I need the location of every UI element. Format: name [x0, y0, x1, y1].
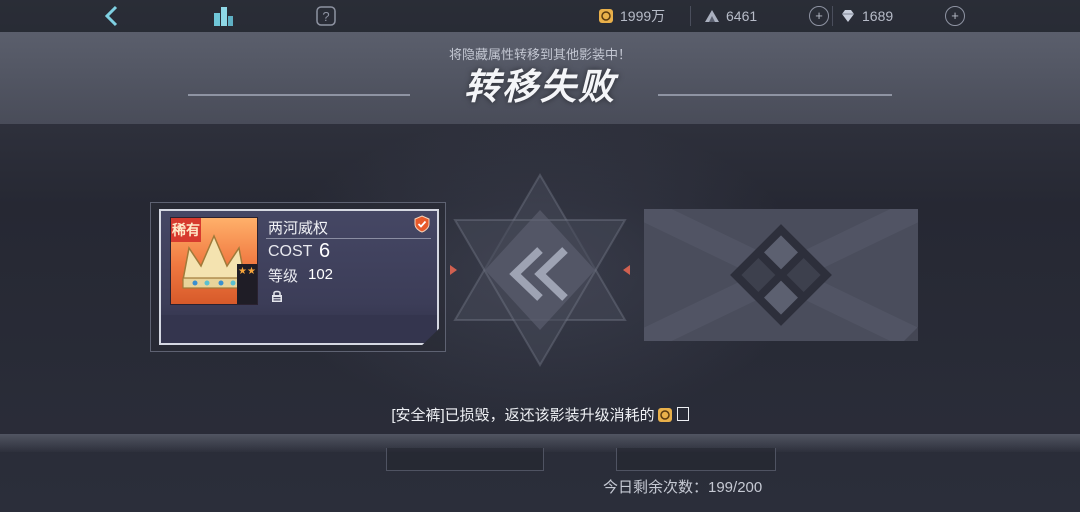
notice-text: [安全裤]已损毁，返还该影装升级消耗的 [391, 407, 655, 424]
level-value: 102 [308, 266, 334, 283]
add-energy-button[interactable]: + [809, 6, 829, 26]
result-title: 转移失败 [463, 66, 616, 107]
title-divider-right [658, 94, 892, 96]
question-mark-icon: ? [316, 6, 336, 26]
cost-value: 6 [319, 240, 331, 262]
costume-portrait: 稀有 ★★ [170, 217, 258, 305]
level-label: 等级 [268, 268, 299, 285]
lock-icon [272, 290, 282, 302]
rarity-tag: 稀有 [171, 218, 201, 242]
costume-name: 两河威权 [268, 220, 329, 237]
coin-counter: 1999万 [598, 6, 665, 26]
background-button-right [616, 448, 776, 471]
background-button-left [386, 448, 544, 471]
remaining-attempts: 今日剩余次数：199/200 [603, 479, 763, 496]
card-footer-bar [161, 315, 437, 343]
mountain-energy-icon [705, 10, 719, 22]
add-gems-button[interactable]: + [945, 6, 965, 26]
gem-value: 1689 [862, 8, 894, 24]
cost-label: COST [268, 243, 313, 260]
shield-check-icon [414, 215, 430, 233]
top-bar: ? 1999万 6461 + 1689 + [0, 0, 1080, 32]
damage-notice: [安全裤]已损毁，返还该影装升级消耗的 [0, 404, 1080, 425]
coin-icon [599, 9, 613, 23]
city-buildings-icon[interactable] [211, 4, 235, 28]
missing-glyph [676, 407, 689, 421]
source-costume-card[interactable]: 稀有 ★★ 两河威权 COST 6 等级 102 [159, 209, 439, 345]
divider [690, 6, 691, 26]
coin-value: 1999万 [620, 8, 666, 24]
diamond-icon [842, 10, 854, 22]
energy-counter: 6461 [704, 6, 757, 26]
gem-counter: 1689 [840, 6, 893, 26]
star-rating: ★★ [237, 264, 257, 304]
transfer-emblem-icon [450, 173, 630, 367]
svg-text:?: ? [322, 9, 329, 24]
coin-icon [657, 408, 672, 422]
back-arrow-icon[interactable] [100, 4, 124, 28]
help-button[interactable]: ? [314, 4, 338, 28]
energy-value: 6461 [726, 8, 758, 24]
title-divider-left [188, 94, 410, 96]
divider [832, 6, 833, 26]
target-slot-empty[interactable] [644, 209, 918, 341]
name-underline [266, 238, 431, 239]
